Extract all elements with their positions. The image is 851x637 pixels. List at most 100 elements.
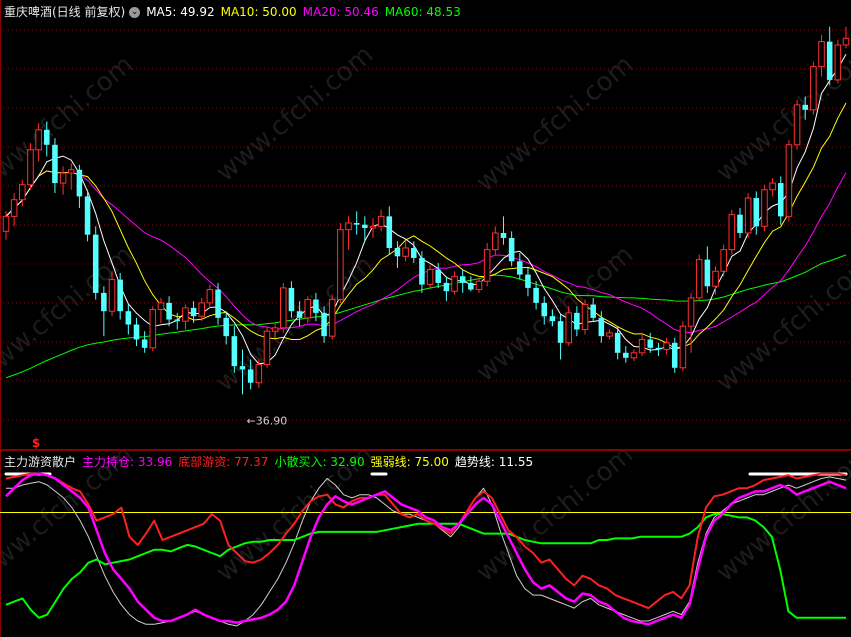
candle-body [27,149,34,186]
candle-body [451,275,458,292]
candle [337,223,344,303]
candle-body [92,234,99,293]
ma-labels: MA5: 49.92 MA10: 50.00 MA20: 50.46 MA60: 48… [146,5,467,19]
candle [468,276,474,292]
candle-body [687,297,695,327]
candle [198,297,206,322]
candle-body [296,311,303,318]
candle [630,349,638,362]
candle [679,321,687,372]
candle-body [255,363,263,384]
candle-body [810,66,817,111]
candle-body [793,104,801,146]
panel-separator [0,450,851,451]
candle-body [475,280,483,291]
candle-body [720,249,727,272]
candle [533,281,539,310]
indicator-label-3: 强弱线: 75.00 [370,455,449,469]
candle [377,209,385,232]
candle-body [263,330,271,365]
candle-body [737,214,743,233]
candle-body [508,237,515,262]
watermark-text: www.cfchi.com [471,50,640,198]
ma5-line [5,54,847,365]
candle [826,26,833,85]
candle [451,271,458,295]
indicator-title: 主力游资散户 [4,455,77,469]
candle [2,211,10,240]
candle-body [215,289,221,318]
indicator-labels: 主力持仓: 33.96 底部游资: 77.37 小散买入: 32.90 强弱线: 75… [82,455,539,469]
candle-body [125,311,132,325]
candle [695,254,703,302]
ma60-line [5,254,847,379]
watermark-text: www.cfchi.com [711,250,851,398]
candle-body [198,302,206,317]
candle-body [744,197,752,234]
candle [353,211,360,235]
watermark-text: www.cfchi.com [211,40,380,188]
candle-body [679,325,687,369]
stock-title: 重庆啤酒(日线 前复权) [4,5,126,19]
candle-body [67,169,75,174]
candle-body [647,339,654,348]
candle-body [190,307,197,317]
indicator-label-4: 趋势线: 11.55 [454,455,534,469]
candle-body [304,299,312,319]
candle [525,267,531,297]
candle [638,332,646,357]
candle-body [117,279,123,312]
candle-body [459,276,466,283]
indicator-label-0: 主力持仓: 33.96 [82,455,173,469]
chart-markers: ←36.90 $ [32,414,287,450]
candle [459,269,466,293]
chart-canvas[interactable]: www.cfchi.com www.cfchi.com www.cfchi.com w… [0,0,851,637]
candle-body [288,287,295,312]
candle-body [655,347,662,350]
candle-body [362,224,368,228]
ma-label-3: MA60: 48.53 [384,5,461,19]
candle-body [313,299,319,313]
candle [133,317,140,347]
candle-body [785,144,793,217]
candle-body [704,259,711,287]
candle [737,208,743,238]
candle-body [671,342,678,368]
candle-body [108,279,116,312]
candle [231,326,238,373]
candle [67,163,75,190]
signal-marker: $ [32,436,40,450]
candle [52,138,58,194]
candle-body [435,269,442,283]
candle [753,191,760,235]
watermark-text: www.cfchi.com [211,250,380,398]
moving-average-lines [5,54,847,379]
stock-chart-window: www.cfchi.com www.cfchi.com www.cfchi.com w… [0,0,851,637]
candle-body [59,172,67,184]
candle-body [500,232,507,238]
indicator-label-2: 小散买入: 32.90 [274,455,365,469]
candle-body [206,289,214,304]
candle-body [239,366,246,370]
watermark-text: www.cfchi.com [471,240,640,388]
candle [517,252,523,280]
candle [280,282,287,333]
candle-body [402,247,409,257]
candle [720,244,727,277]
candle-body [394,247,401,257]
candle-body [483,249,491,282]
watermark-text: www.cfchi.com [0,240,139,388]
candle-body [590,304,596,318]
candle-body [802,104,808,110]
candle-body [280,287,287,329]
candle [206,284,214,308]
candle-body [337,229,344,301]
candle-body [321,312,327,337]
chevron-down-icon[interactable]: ⌄ [129,7,141,18]
candle-body [386,216,393,248]
candle-body [818,41,825,68]
candle-body [345,222,352,231]
candle-body [35,129,42,151]
candle [166,296,172,327]
candle [27,143,34,190]
